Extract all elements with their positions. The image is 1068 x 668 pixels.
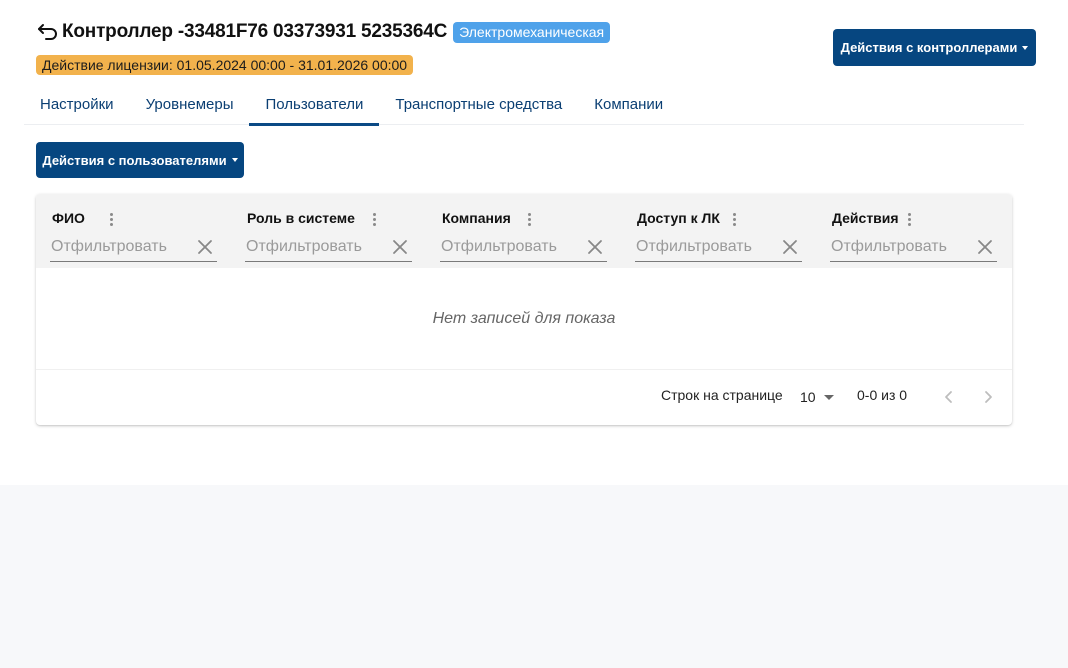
tab-level-gauges[interactable]: Уровнемеры bbox=[130, 83, 250, 125]
column-role: Роль в системе bbox=[231, 194, 426, 268]
users-actions-label: Действия с пользователями bbox=[42, 152, 227, 168]
clear-icon[interactable] bbox=[197, 239, 213, 255]
column-menu-icon[interactable] bbox=[522, 210, 536, 228]
filter-input-fio[interactable] bbox=[50, 238, 190, 256]
tab-settings[interactable]: Настройки bbox=[24, 83, 130, 125]
filter-input-lk-access[interactable] bbox=[635, 238, 775, 256]
users-actions-button[interactable]: Действия с пользователями bbox=[36, 142, 244, 178]
pagination-range: 0-0 из 0 bbox=[857, 387, 908, 403]
tab-label: Компании bbox=[594, 95, 664, 113]
tab-label: Настройки bbox=[40, 95, 114, 113]
column-lk-access: Доступ к ЛК bbox=[621, 194, 816, 268]
filter-field bbox=[245, 233, 412, 262]
clear-icon[interactable] bbox=[977, 239, 993, 255]
rows-per-page-select[interactable]: 10 bbox=[800, 381, 834, 413]
filter-field bbox=[830, 233, 997, 262]
header-title-row: Контроллер -33481F76 03373931 5235364C Э… bbox=[36, 20, 611, 44]
controller-type-badge: Электромеханическая bbox=[453, 21, 611, 43]
column-title: Действия bbox=[832, 210, 899, 226]
grid-pagination: Строк на странице 10 0-0 из 0 bbox=[36, 369, 1012, 425]
chevron-left-icon bbox=[945, 391, 952, 403]
filter-input-company[interactable] bbox=[440, 238, 580, 256]
clear-icon[interactable] bbox=[782, 239, 798, 255]
clear-icon[interactable] bbox=[587, 239, 603, 255]
tab-users[interactable]: Пользователи bbox=[249, 83, 380, 126]
filter-field bbox=[50, 233, 217, 262]
next-page-button[interactable] bbox=[974, 383, 1002, 411]
prev-page-button[interactable] bbox=[935, 383, 963, 411]
tabs-bar: Настройки Уровнемеры Пользователи Трансп… bbox=[24, 83, 1024, 126]
tab-label: Пользователи bbox=[265, 95, 364, 113]
column-title: Компания bbox=[442, 210, 511, 226]
dropdown-arrow-icon bbox=[823, 394, 834, 400]
column-fio: ФИО bbox=[36, 194, 231, 268]
column-title: ФИО bbox=[52, 210, 85, 226]
page: Контроллер -33481F76 03373931 5235364C Э… bbox=[0, 0, 1068, 485]
grid-header: ФИО Роль в системе Компания bbox=[36, 194, 1012, 268]
chevron-right-icon bbox=[985, 391, 992, 403]
rows-per-page-value: 10 bbox=[800, 389, 816, 405]
tab-label: Уровнемеры bbox=[145, 95, 234, 113]
column-title: Доступ к ЛК bbox=[637, 210, 720, 226]
users-grid: ФИО Роль в системе Компания bbox=[36, 194, 1012, 425]
license-badge: Действие лицензии: 01.05.2024 00:00 - 31… bbox=[36, 55, 414, 75]
filter-input-role[interactable] bbox=[245, 238, 385, 256]
tab-companies[interactable]: Компании bbox=[578, 83, 679, 125]
column-menu-icon[interactable] bbox=[727, 210, 741, 228]
column-menu-icon[interactable] bbox=[367, 210, 381, 228]
empty-message: Нет записей для показа bbox=[432, 309, 616, 327]
column-menu-icon[interactable] bbox=[104, 210, 118, 228]
tab-vehicles[interactable]: Транспортные средства bbox=[379, 83, 578, 125]
column-company: Компания bbox=[426, 194, 621, 268]
rows-per-page-label: Строк на странице bbox=[661, 387, 783, 403]
column-title: Роль в системе bbox=[247, 210, 355, 226]
tab-label: Транспортные средства bbox=[395, 95, 563, 113]
column-menu-icon[interactable] bbox=[902, 210, 916, 228]
arrow-back-icon[interactable] bbox=[36, 20, 60, 44]
page-title: Контроллер -33481F76 03373931 5235364C bbox=[62, 21, 448, 42]
column-actions: Действия bbox=[816, 194, 1011, 268]
caret-down-icon bbox=[231, 158, 238, 162]
clear-icon[interactable] bbox=[392, 239, 408, 255]
controllers-actions-button[interactable]: Действия с контроллерами bbox=[833, 29, 1036, 66]
filter-input-actions[interactable] bbox=[830, 238, 970, 256]
filter-field bbox=[635, 233, 802, 262]
filter-field bbox=[440, 233, 607, 262]
caret-down-icon bbox=[1022, 45, 1029, 50]
controllers-actions-label: Действия с контроллерами bbox=[840, 40, 1018, 55]
